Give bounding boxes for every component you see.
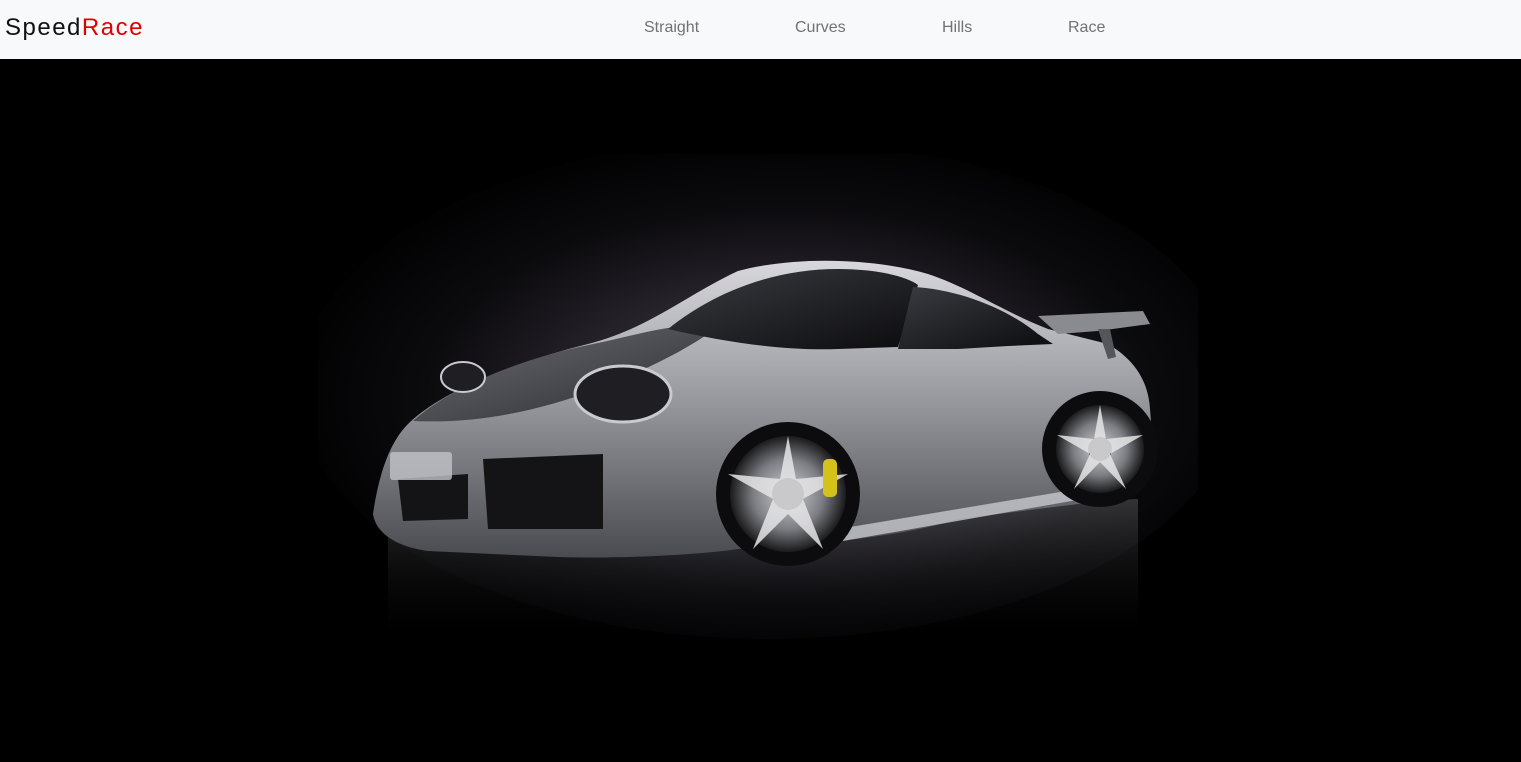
nav-link-curves[interactable]: Curves (795, 18, 846, 38)
brand-logo-race: Race (81, 14, 144, 41)
nav-link-hills[interactable]: Hills (942, 18, 972, 38)
main-stage (0, 59, 1521, 762)
hero-image (318, 59, 1198, 646)
nav-link-race[interactable]: Race (1068, 18, 1105, 38)
brand-logo-speed: Speed (5, 14, 82, 41)
hero-car-illustration (318, 59, 1198, 646)
nav-link-straight[interactable]: Straight (644, 18, 699, 38)
brand-logo[interactable]: SpeedRace (5, 12, 144, 44)
top-navbar: SpeedRace Straight Curves Hills Race (0, 0, 1521, 59)
